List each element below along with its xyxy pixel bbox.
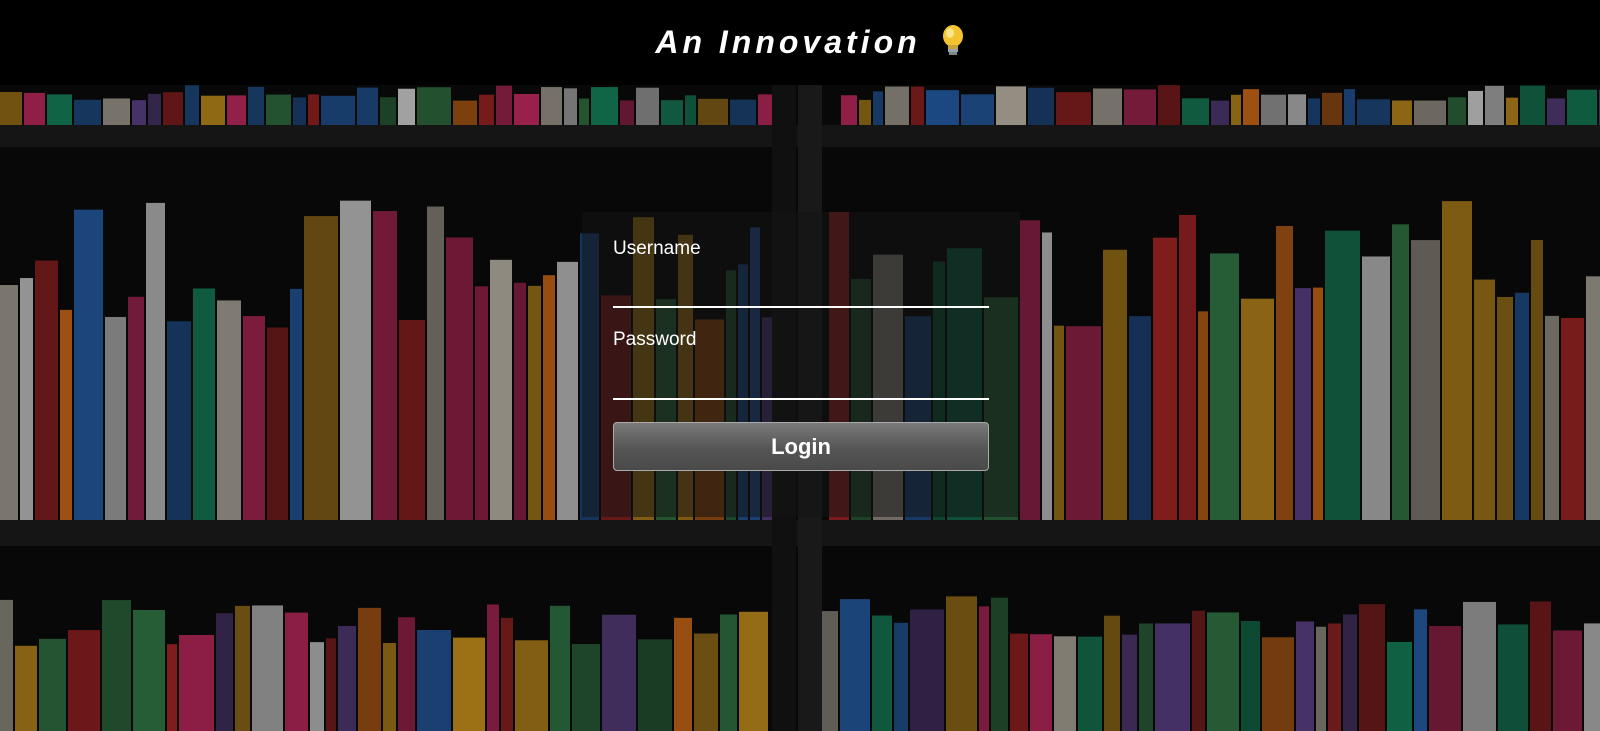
- lightbulb-icon: [939, 24, 965, 58]
- username-input[interactable]: [613, 268, 989, 308]
- top-bar: An Innovation: [0, 0, 1600, 85]
- password-input[interactable]: [613, 360, 989, 400]
- username-label: Username: [613, 238, 701, 259]
- brand-title: An Innovation: [655, 24, 964, 61]
- login-form: Username Password Login: [582, 212, 1020, 517]
- password-label: Password: [613, 329, 697, 350]
- login-button[interactable]: Login: [613, 422, 989, 471]
- app-title: An Innovation: [655, 24, 921, 60]
